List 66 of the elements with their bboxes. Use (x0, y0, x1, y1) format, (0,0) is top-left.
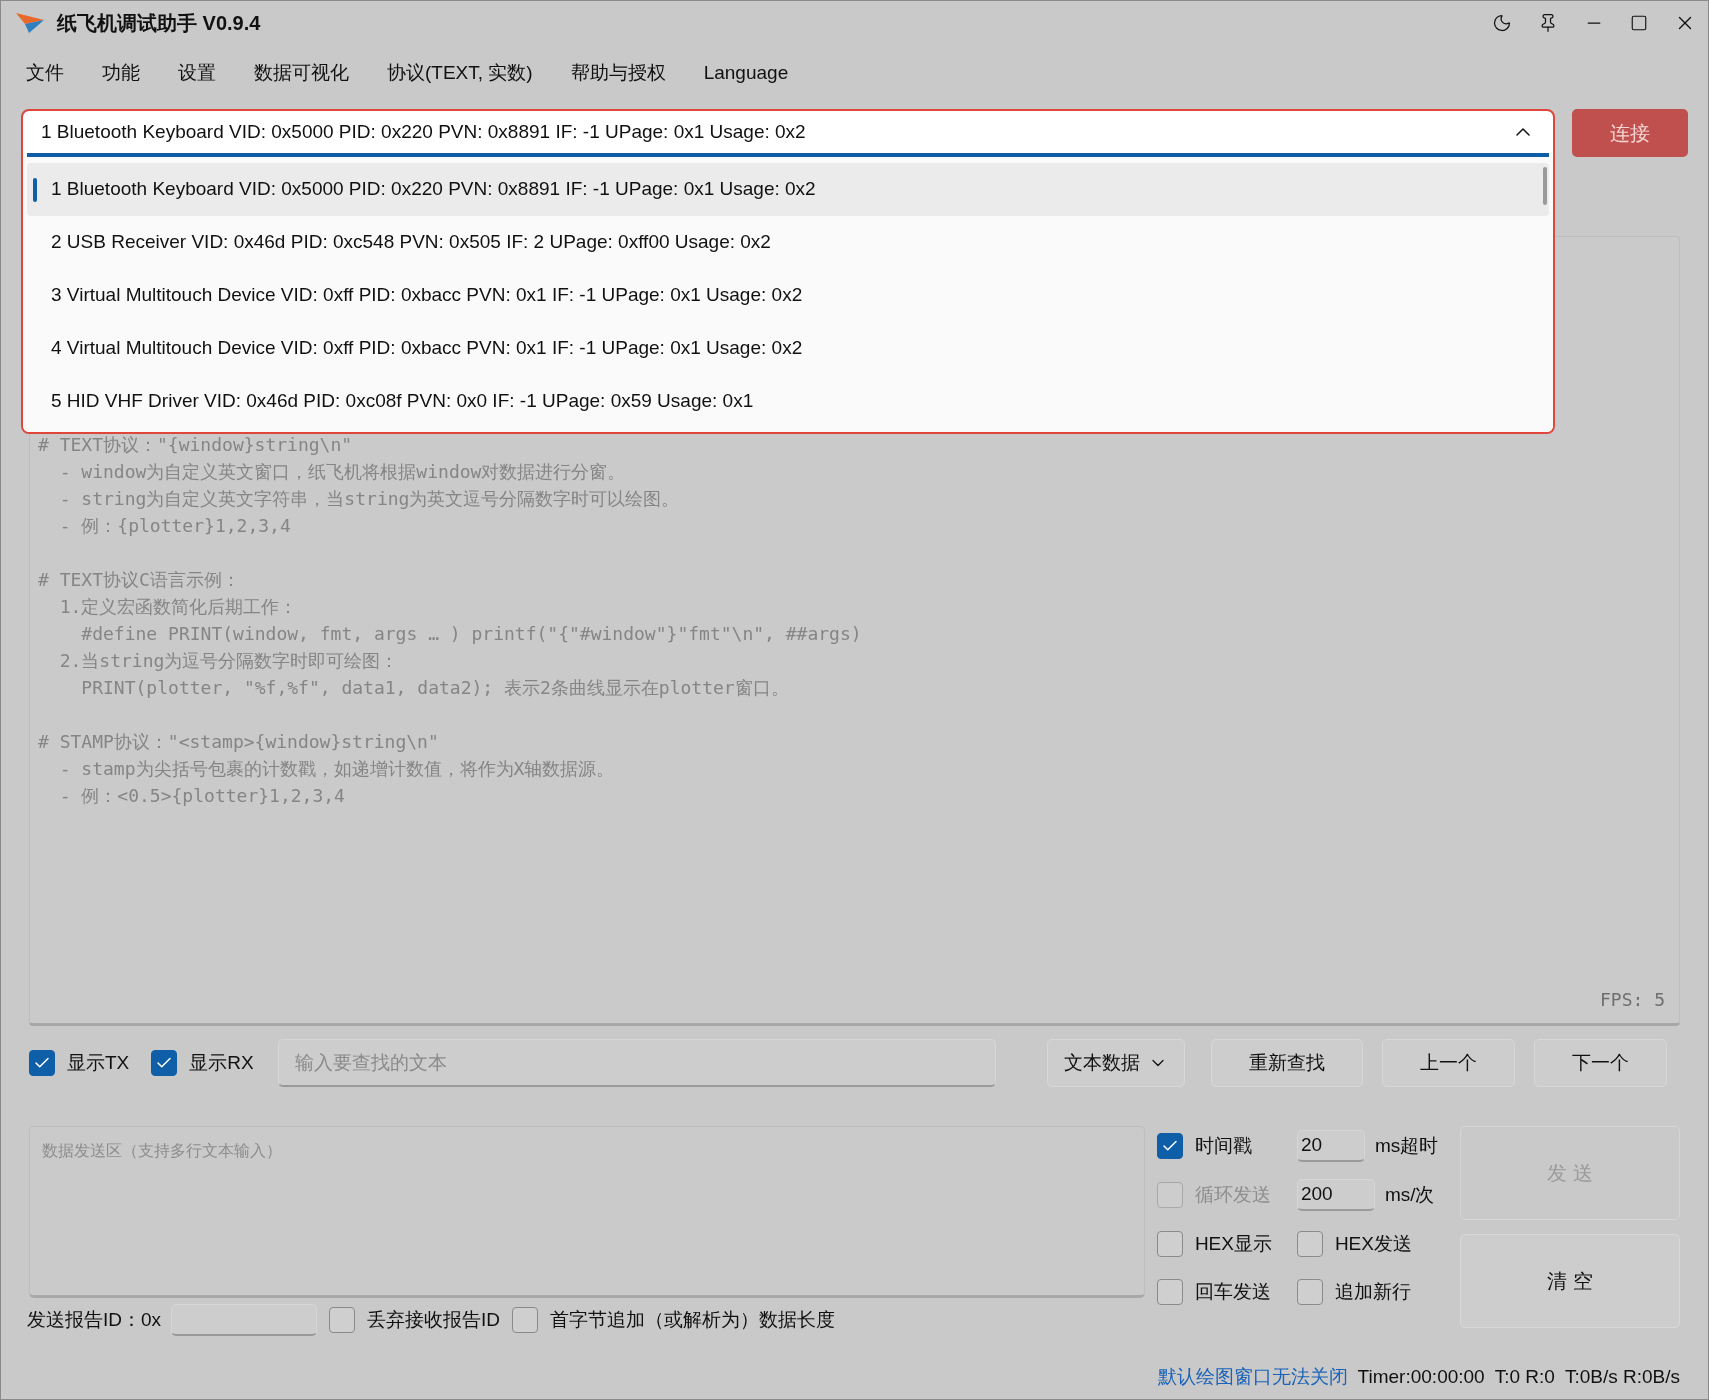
find-button[interactable]: 上一个 (1381, 1039, 1515, 1087)
checkbox-label: 显示RX (189, 1050, 254, 1075)
paper-plane-logo (15, 11, 45, 35)
log-line: - window为自定义英文窗口，纸飞机将根据window对数据进行分窗。 (58, 460, 627, 484)
checkbox-label: HEX发送 (1334, 1232, 1412, 1256)
selection-indicator (33, 178, 37, 202)
dropdown-option[interactable]: 1 Bluetooth Keyboard VID: 0x5000 PID: 0x220 PVN: 0x8891 IF: -1 UPage: 0x1 Usage: 0x2 (27, 163, 1549, 216)
find-button[interactable]: 下一个 (1533, 1039, 1667, 1087)
menu-item[interactable]: 功能 (102, 58, 140, 88)
checkbox-label: 循环发送 (1194, 1182, 1271, 1207)
report-id-label: 发送报告ID：0x (27, 1307, 162, 1332)
checkbox[interactable] (512, 1307, 539, 1333)
status-link[interactable]: 默认绘图窗口无法关闭 (1157, 1362, 1348, 1392)
log-line: - stamp为尖括号包裹的计数戳，如递增计数值，将作为X轴数据源。 (58, 757, 616, 781)
menu-item[interactable]: 文件 (26, 58, 64, 88)
fps-counter: FPS: 5 (1599, 988, 1665, 1012)
find-button[interactable]: 重新查找 (1210, 1039, 1363, 1087)
dropdown-option[interactable]: 3 Virtual Multitouch Device VID: 0xff PID: 0xbacc PVN: 0x1 IF: -1 UPage: 0x1 Usage: 0x2 (27, 269, 1549, 322)
checkbox-label: 显示TX (67, 1050, 130, 1075)
dropdown-option[interactable]: 4 Virtual Multitouch Device VID: 0xff PID: 0xbacc PVN: 0x1 IF: -1 UPage: 0x1 Usage: 0x2 (27, 322, 1549, 375)
checkbox[interactable] (151, 1050, 178, 1076)
log-line: # STAMP协议："<stamp>{window}string\n" (38, 730, 440, 754)
status-text: Timer:00:00:00 (1357, 1364, 1485, 1389)
checkbox[interactable] (329, 1307, 356, 1333)
checkbox-label: 追加新行 (1334, 1279, 1411, 1304)
clear-button[interactable]: 清 空 (1459, 1234, 1680, 1328)
checkbox-label: 首字节追加（或解析为）数据长度 (550, 1307, 836, 1332)
status-text: T:0B/s R:0B/s (1564, 1364, 1680, 1389)
search-field[interactable]: 输入要查找的文本 (277, 1039, 996, 1087)
checkbox[interactable] (1296, 1278, 1323, 1305)
menu-item[interactable]: 帮助与授权 (570, 58, 666, 88)
send-text-area[interactable]: 数据发送区（支持多行文本输入） (29, 1126, 1145, 1298)
checkbox-label: 回车发送 (1194, 1279, 1271, 1304)
log-line: # TEXT协议C语言示例： (38, 568, 241, 592)
menu-item[interactable]: 设置 (178, 58, 216, 88)
maximize-icon[interactable] (1630, 14, 1648, 32)
log-line: - 例：<0.5>{plotter}1,2,3,4 (58, 784, 346, 808)
dropdown-option[interactable]: 2 USB Receiver VID: 0x46d PID: 0xc548 PVN: 0x505 IF: 2 UPage: 0xff00 Usage: 0x2 (27, 216, 1549, 269)
menu-item[interactable]: Language (703, 58, 789, 88)
scrollbar (1543, 167, 1547, 205)
mode-dropdown[interactable]: 文本数据 (1046, 1039, 1185, 1087)
status-text: T:0 R:0 (1494, 1364, 1555, 1389)
report-id-field[interactable] (171, 1304, 318, 1336)
checkbox[interactable] (1296, 1231, 1323, 1258)
log-line: PRINT(plotter, "%f,%f", data1, data2); 表示2条曲线显示在plotter窗口。 (80, 676, 790, 700)
checkbox[interactable] (29, 1050, 55, 1076)
dropdown-option[interactable]: 5 HID VHF Driver VID: 0x46d PID: 0xc08f PVN: 0x0 IF: -1 UPage: 0x59 Usage: 0x1 (27, 375, 1549, 428)
log-line: - string为自定义英文字符串，当string为英文逗号分隔数字时可以绘图。 (58, 487, 681, 511)
menu-item[interactable]: 数据可视化 (254, 58, 349, 88)
dark-mode-icon[interactable] (1492, 13, 1512, 33)
unit-label: ms/次 (1384, 1182, 1435, 1207)
menu-item[interactable]: 协议(TEXT, 实数) (387, 58, 533, 88)
checkbox[interactable] (1156, 1231, 1183, 1258)
checkbox-label: 丢弃接收报告ID (367, 1307, 501, 1332)
log-line: #define PRINT(window, fmt, args … ) printf("{"#window"}"fmt"\n", ##args) (80, 622, 863, 646)
log-line: - 例：{plotter}1,2,3,4 (58, 514, 292, 538)
checkbox-label: HEX显示 (1194, 1232, 1272, 1256)
checkbox-label: 时间戳 (1194, 1133, 1252, 1158)
window-title: 纸飞机调试助手 V0.9.4 (57, 11, 261, 36)
interval-field[interactable]: 20 (1296, 1130, 1365, 1162)
checkbox[interactable] (1156, 1278, 1183, 1305)
log-line: 1.定义宏函数简化后期工作： (58, 595, 299, 619)
log-line: # TEXT协议："{window}string\n" (38, 433, 354, 457)
unit-label: ms超时 (1374, 1133, 1439, 1158)
checkbox[interactable] (1156, 1133, 1183, 1159)
log-line: 2.当string为逗号分隔数字时即可绘图： (58, 649, 400, 673)
